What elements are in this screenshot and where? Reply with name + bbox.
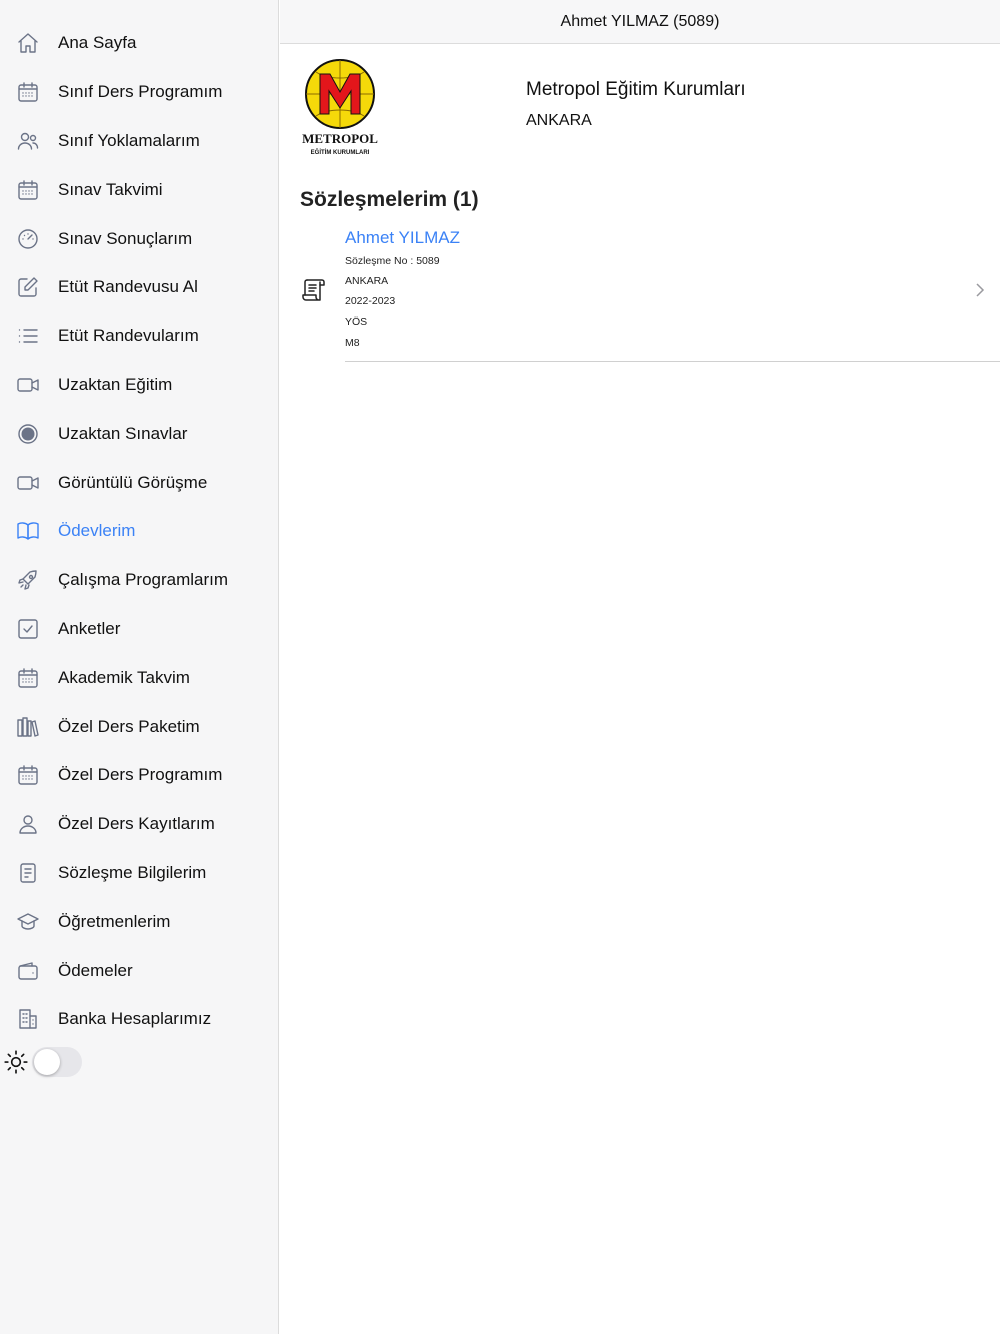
gauge-icon (0, 227, 58, 251)
sidebar-item-label: Uzaktan Eğitim (58, 374, 173, 394)
sidebar-item-sinav-takvimi[interactable]: Sınav Takvimi (0, 165, 278, 214)
sidebar-item-label: Görüntülü Görüşme (58, 472, 208, 492)
sidebar-item-banka-hesaplarimiz[interactable]: Banka Hesaplarımız (0, 995, 278, 1044)
sidebar-item-sinif-ders-programim[interactable]: Sınıf Ders Programım (0, 68, 278, 117)
books-icon (0, 715, 58, 739)
sidebar-item-ozel-ders-paketim[interactable]: Özel Ders Paketim (0, 702, 278, 751)
sidebar-item-ogretmenlerim[interactable]: Öğretmenlerim (0, 897, 278, 946)
sidebar-item-uzaktan-sinavlar[interactable]: Uzaktan Sınavlar (0, 409, 278, 458)
sidebar-item-sinif-yoklamalarim[interactable]: Sınıf Yoklamalarım (0, 117, 278, 166)
sidebar-item-sinav-sonuclarim[interactable]: Sınav Sonuçlarım (0, 214, 278, 263)
receipt-icon (299, 276, 327, 304)
theme-toggle[interactable] (32, 1047, 82, 1077)
check-square-icon (0, 617, 58, 641)
contract-list-item[interactable]: Ahmet YILMAZ Sözleşme No : 5089 ANKARA 2… (280, 224, 1000, 362)
sidebar-item-label: Ödevlerim (58, 521, 136, 541)
contract-student-name: Ahmet YILMAZ (345, 228, 460, 247)
user-icon (0, 812, 58, 836)
sidebar-item-label: Çalışma Programlarım (58, 570, 229, 590)
sidebar-item-ana-sayfa[interactable]: Ana Sayfa (0, 19, 278, 68)
sidebar-item-label: Ana Sayfa (58, 33, 137, 53)
wallet-icon (0, 959, 58, 983)
sidebar-item-label: Sınav Takvimi (58, 179, 163, 199)
building-icon (0, 1007, 58, 1031)
home-icon (0, 31, 58, 55)
sidebar-item-label: Özel Ders Paketim (58, 716, 200, 736)
sidebar-item-ozel-ders-programim[interactable]: Özel Ders Programım (0, 751, 278, 800)
book-open-icon (0, 519, 58, 543)
sidebar-item-label: Sınav Sonuçlarım (58, 228, 193, 248)
sun-icon (0, 1049, 32, 1075)
video-icon (0, 471, 58, 495)
school-info: METROPOL EĞİTİM KURUMLARI Metropol Eğiti… (280, 44, 1000, 174)
contract-year: 2022-2023 (345, 295, 396, 307)
sidebar: Ana Sayfa Sınıf Ders Programım Sınıf Yok… (0, 0, 279, 1334)
document-icon (0, 861, 58, 885)
rocket-icon (0, 568, 58, 592)
theme-toggle-row (0, 1044, 82, 1080)
sidebar-item-odevlerim[interactable]: Ödevlerim (0, 507, 278, 556)
video-icon (0, 373, 58, 397)
list-icon (0, 324, 58, 348)
contract-class: M8 (345, 337, 360, 349)
sidebar-item-uzaktan-egitim[interactable]: Uzaktan Eğitim (0, 361, 278, 410)
school-name: Metropol Eğitim Kurumları (526, 79, 746, 100)
sidebar-item-label: Ödemeler (58, 960, 133, 980)
contract-program: YÖS (345, 316, 368, 328)
sidebar-nav: Ana Sayfa Sınıf Ders Programım Sınıf Yok… (0, 0, 278, 1044)
main-content: Ahmet YILMAZ (5089) METROPOL EĞİTİM KURU… (280, 0, 1000, 1334)
contracts-title: Sözleşmelerim (1) (300, 188, 479, 211)
toggle-knob (34, 1049, 60, 1075)
logo-text: METROPOL (302, 131, 378, 146)
sidebar-item-etut-randevusu-al[interactable]: Etüt Randevusu Al (0, 263, 278, 312)
calendar-icon (0, 80, 58, 104)
sidebar-item-label: Öğretmenlerim (58, 911, 171, 931)
calendar-icon (0, 666, 58, 690)
contract-city: ANKARA (345, 275, 389, 287)
sidebar-item-label: Sınıf Ders Programım (58, 82, 223, 102)
sidebar-item-label: Uzaktan Sınavlar (58, 423, 188, 443)
chevron-right-icon (974, 281, 986, 299)
calendar-icon (0, 763, 58, 787)
sidebar-item-label: Etüt Randevusu Al (58, 277, 198, 297)
logo-subtext: EĞİTİM KURUMLARI (311, 148, 370, 156)
sidebar-item-label: Etüt Randevularım (58, 326, 199, 346)
contract-number: Sözleşme No : 5089 (345, 255, 440, 267)
sidebar-item-label: Sınıf Yoklamalarım (58, 130, 200, 150)
sidebar-item-label: Sözleşme Bilgilerim (58, 862, 207, 882)
record-icon (0, 422, 58, 446)
sidebar-item-label: Anketler (58, 618, 121, 638)
sidebar-item-calisma-programlarim[interactable]: Çalışma Programlarım (0, 556, 278, 605)
sidebar-item-label: Akademik Takvim (58, 667, 190, 687)
metropol-logo: METROPOL EĞİTİM KURUMLARI (302, 59, 378, 156)
users-icon (0, 129, 58, 153)
edit-icon (0, 275, 58, 299)
sidebar-item-label: Özel Ders Kayıtlarım (58, 814, 215, 834)
header-title: Ahmet YILMAZ (5089) (280, 0, 1000, 44)
sidebar-item-anketler[interactable]: Anketler (0, 605, 278, 654)
sidebar-item-label: Özel Ders Programım (58, 765, 223, 785)
school-city: ANKARA (526, 112, 592, 129)
sidebar-item-etut-randevularim[interactable]: Etüt Randevularım (0, 312, 278, 361)
sidebar-item-ozel-ders-kayitlarim[interactable]: Özel Ders Kayıtlarım (0, 800, 278, 849)
graduation-cap-icon (0, 910, 58, 934)
sidebar-item-label: Banka Hesaplarımız (58, 1009, 212, 1029)
sidebar-item-odemeler[interactable]: Ödemeler (0, 946, 278, 995)
sidebar-item-sozlesme-bilgilerim[interactable]: Sözleşme Bilgilerim (0, 849, 278, 898)
contract-details: Ahmet YILMAZ Sözleşme No : 5089 ANKARA 2… (345, 224, 1000, 362)
sidebar-item-akademik-takvim[interactable]: Akademik Takvim (0, 653, 278, 702)
sidebar-item-goruntulu-gorusme[interactable]: Görüntülü Görüşme (0, 458, 278, 507)
calendar-icon (0, 178, 58, 202)
